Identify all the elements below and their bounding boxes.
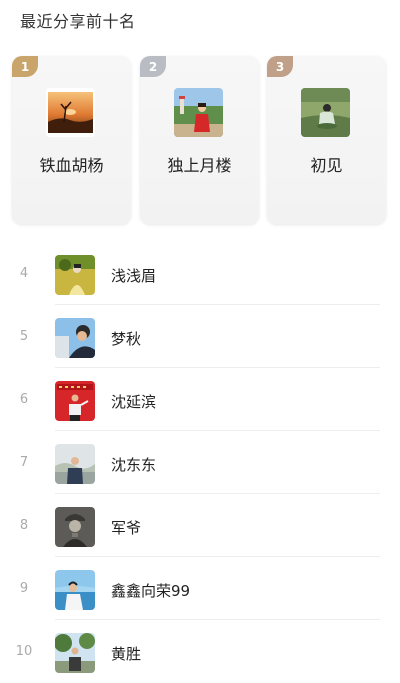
- rank-number: 4: [19, 266, 29, 281]
- rank-number: 5: [19, 329, 29, 344]
- avatar[interactable]: [55, 255, 95, 295]
- rank-number: 9: [19, 581, 29, 596]
- rank-number: 10: [15, 644, 33, 659]
- rank-badge: 2: [140, 56, 166, 77]
- card-name[interactable]: 初见: [267, 152, 386, 176]
- section-title: 最近分享前十名: [20, 12, 136, 31]
- list-item[interactable]: 7 沈东东: [0, 431, 400, 494]
- avatar[interactable]: [46, 88, 95, 137]
- rank-number: 6: [19, 392, 29, 407]
- rank-badge: 3: [267, 56, 293, 77]
- top-card-2[interactable]: 2 独上月楼: [140, 56, 259, 224]
- avatar[interactable]: [174, 88, 223, 137]
- list-item[interactable]: 10 黄胜: [0, 620, 400, 683]
- avatar[interactable]: [55, 318, 95, 358]
- ranking-list: 4 浅浅眉 5 梦秋 6 沈延滨 7 沈东东 8 军爷 9 鑫鑫向荣99 10 …: [0, 242, 400, 683]
- user-name[interactable]: 军爷: [111, 517, 141, 538]
- top-three-cards: 1 铁血胡杨 2 独上月楼 3 初见: [12, 56, 388, 226]
- avatar[interactable]: [55, 444, 95, 484]
- top-card-3[interactable]: 3 初见: [267, 56, 386, 224]
- top-card-1[interactable]: 1 铁血胡杨: [12, 56, 131, 224]
- rank-number: 7: [19, 455, 29, 470]
- avatar[interactable]: [55, 633, 95, 673]
- user-name[interactable]: 沈延滨: [111, 391, 156, 412]
- card-name[interactable]: 铁血胡杨: [12, 152, 131, 176]
- list-item[interactable]: 8 军爷: [0, 494, 400, 557]
- avatar[interactable]: [55, 570, 95, 610]
- avatar[interactable]: [301, 88, 350, 137]
- rank-badge: 1: [12, 56, 38, 77]
- list-item[interactable]: 6 沈延滨: [0, 368, 400, 431]
- card-name[interactable]: 独上月楼: [140, 152, 259, 176]
- user-name[interactable]: 鑫鑫向荣99: [111, 580, 190, 601]
- list-item[interactable]: 9 鑫鑫向荣99: [0, 557, 400, 620]
- rank-number: 8: [19, 518, 29, 533]
- avatar[interactable]: [55, 507, 95, 547]
- list-item[interactable]: 4 浅浅眉: [0, 242, 400, 305]
- list-item[interactable]: 5 梦秋: [0, 305, 400, 368]
- user-name[interactable]: 浅浅眉: [111, 265, 156, 286]
- user-name[interactable]: 梦秋: [111, 328, 141, 349]
- user-name[interactable]: 沈东东: [111, 454, 156, 475]
- avatar[interactable]: [55, 381, 95, 421]
- user-name[interactable]: 黄胜: [111, 643, 141, 664]
